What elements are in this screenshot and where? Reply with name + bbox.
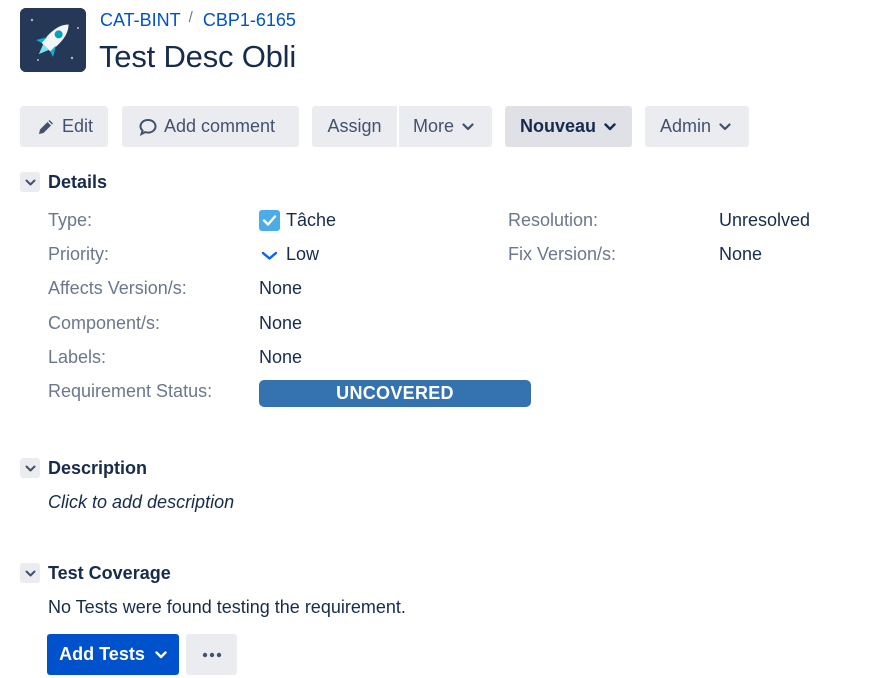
description-placeholder[interactable]: Click to add description bbox=[48, 492, 234, 513]
fix-version-value: None bbox=[719, 244, 763, 264]
add-tests-button[interactable]: Add Tests bbox=[47, 634, 179, 675]
status-button-label: Nouveau bbox=[520, 116, 597, 136]
labels-value: None bbox=[259, 347, 303, 367]
test-coverage-toggle[interactable] bbox=[20, 563, 40, 583]
chevron-down-icon bbox=[155, 650, 167, 659]
priority-low-icon bbox=[261, 251, 278, 260]
description-toggle[interactable] bbox=[20, 458, 40, 478]
details-toggle[interactable] bbox=[20, 172, 40, 192]
ellipsis-icon bbox=[202, 652, 221, 657]
priority-value: Low bbox=[259, 244, 319, 265]
component-label: Component/s: bbox=[48, 313, 161, 333]
breadcrumb: CAT-BINT / CBP1-6165 bbox=[100, 9, 296, 31]
test-coverage-heading: Test Coverage bbox=[48, 563, 171, 583]
assign-button[interactable]: Assign bbox=[312, 106, 397, 147]
more-button[interactable]: More bbox=[399, 106, 492, 147]
priority-value-text: Low bbox=[286, 244, 320, 264]
rocket-icon bbox=[20, 8, 86, 72]
chevron-down-icon bbox=[462, 122, 474, 131]
chevron-down-icon bbox=[25, 179, 35, 185]
page-title: Test Desc Obli bbox=[99, 39, 297, 74]
more-actions-button[interactable] bbox=[186, 634, 237, 675]
affects-version-value: None bbox=[259, 278, 303, 298]
comment-icon bbox=[138, 117, 158, 137]
assign-button-label: Assign bbox=[327, 116, 382, 136]
add-comment-button-label: Add comment bbox=[164, 116, 276, 136]
chevron-down-icon bbox=[25, 465, 35, 471]
resolution-value: Unresolved bbox=[719, 210, 811, 230]
add-comment-button[interactable]: Add comment bbox=[122, 106, 299, 147]
chevron-down-icon bbox=[604, 122, 616, 131]
breadcrumb-project-link[interactable]: CAT-BINT bbox=[100, 10, 181, 30]
resolution-label: Resolution: bbox=[508, 210, 599, 230]
pencil-icon bbox=[36, 117, 56, 137]
affects-version-label: Affects Version/s: bbox=[48, 278, 187, 298]
type-label: Type: bbox=[48, 210, 93, 230]
type-value-text: Tâche bbox=[286, 210, 337, 230]
chevron-down-icon bbox=[25, 570, 35, 576]
requirement-status-badge: UNCOVERED bbox=[259, 380, 531, 407]
more-button-label: More bbox=[413, 116, 455, 136]
no-tests-message: No Tests were found testing the requirem… bbox=[48, 597, 406, 617]
project-avatar[interactable] bbox=[20, 8, 86, 72]
description-heading: Description bbox=[48, 458, 148, 478]
edit-button[interactable]: Edit bbox=[20, 106, 108, 147]
labels-label: Labels: bbox=[48, 347, 107, 367]
add-tests-button-label: Add Tests bbox=[59, 644, 145, 664]
status-transition-button[interactable]: Nouveau bbox=[505, 106, 632, 147]
priority-label: Priority: bbox=[48, 244, 110, 264]
admin-button-label: Admin bbox=[660, 116, 712, 136]
breadcrumb-issue-link[interactable]: CBP1-6165 bbox=[203, 10, 296, 30]
breadcrumb-separator: / bbox=[188, 9, 193, 26]
chevron-down-icon bbox=[719, 122, 731, 131]
edit-button-label: Edit bbox=[62, 116, 94, 136]
admin-button[interactable]: Admin bbox=[645, 106, 749, 147]
requirement-status-label: Requirement Status: bbox=[48, 381, 213, 401]
task-checkbox-icon bbox=[259, 210, 280, 231]
component-value: None bbox=[259, 313, 303, 333]
fix-version-label: Fix Version/s: bbox=[508, 244, 617, 264]
details-heading: Details bbox=[48, 172, 108, 192]
type-value: Tâche bbox=[259, 210, 336, 231]
